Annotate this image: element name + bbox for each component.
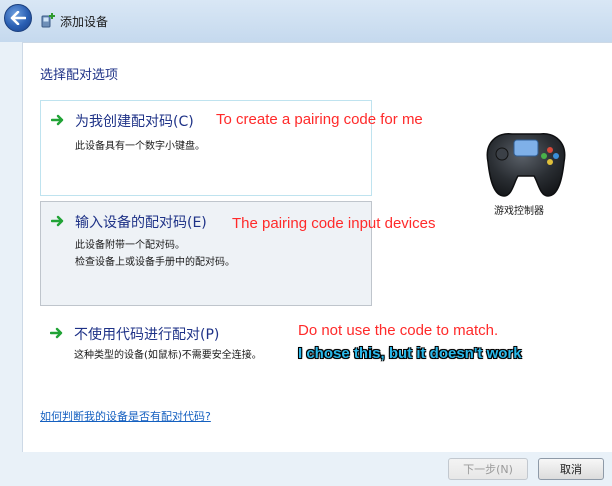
option-title: 输入设备的配对码(E): [75, 215, 207, 231]
option-desc: 此设备具有一个数字小键盘。: [75, 141, 205, 152]
cancel-button[interactable]: 取消: [538, 458, 604, 480]
green-arrow-icon: [50, 327, 63, 339]
gamepad-icon: [486, 133, 566, 197]
next-button[interactable]: 下一步(N): [448, 458, 528, 480]
option-desc: 这种类型的设备(如鼠标)不需要安全连接。: [74, 350, 262, 361]
annotation-option-2: The pairing code input devices: [232, 215, 436, 232]
green-arrow-icon: [51, 215, 64, 227]
user-note: I chose this, but it doesn't work: [298, 345, 522, 362]
annotation-option-1: To create a pairing code for me: [216, 111, 423, 128]
option-desc: 此设备附带一个配对码。: [75, 240, 185, 251]
option-title: 为我创建配对码(C): [75, 114, 194, 130]
back-arrow-icon: [10, 11, 26, 25]
add-device-icon: [41, 13, 55, 28]
title-bar: 添加设备: [0, 0, 612, 42]
device-label: 游戏控制器: [494, 206, 544, 217]
help-link[interactable]: 如何判断我的设备是否有配对代码?: [40, 408, 211, 424]
annotation-option-3: Do not use the code to match.: [298, 322, 499, 339]
window-title: 添加设备: [60, 15, 109, 29]
option-desc: 检查设备上或设备手册中的配对码。: [75, 257, 235, 268]
option-title: 不使用代码进行配对(P): [74, 327, 220, 343]
green-arrow-icon: [51, 114, 64, 126]
page-heading: 选择配对选项: [40, 68, 119, 83]
back-button[interactable]: [4, 4, 32, 32]
